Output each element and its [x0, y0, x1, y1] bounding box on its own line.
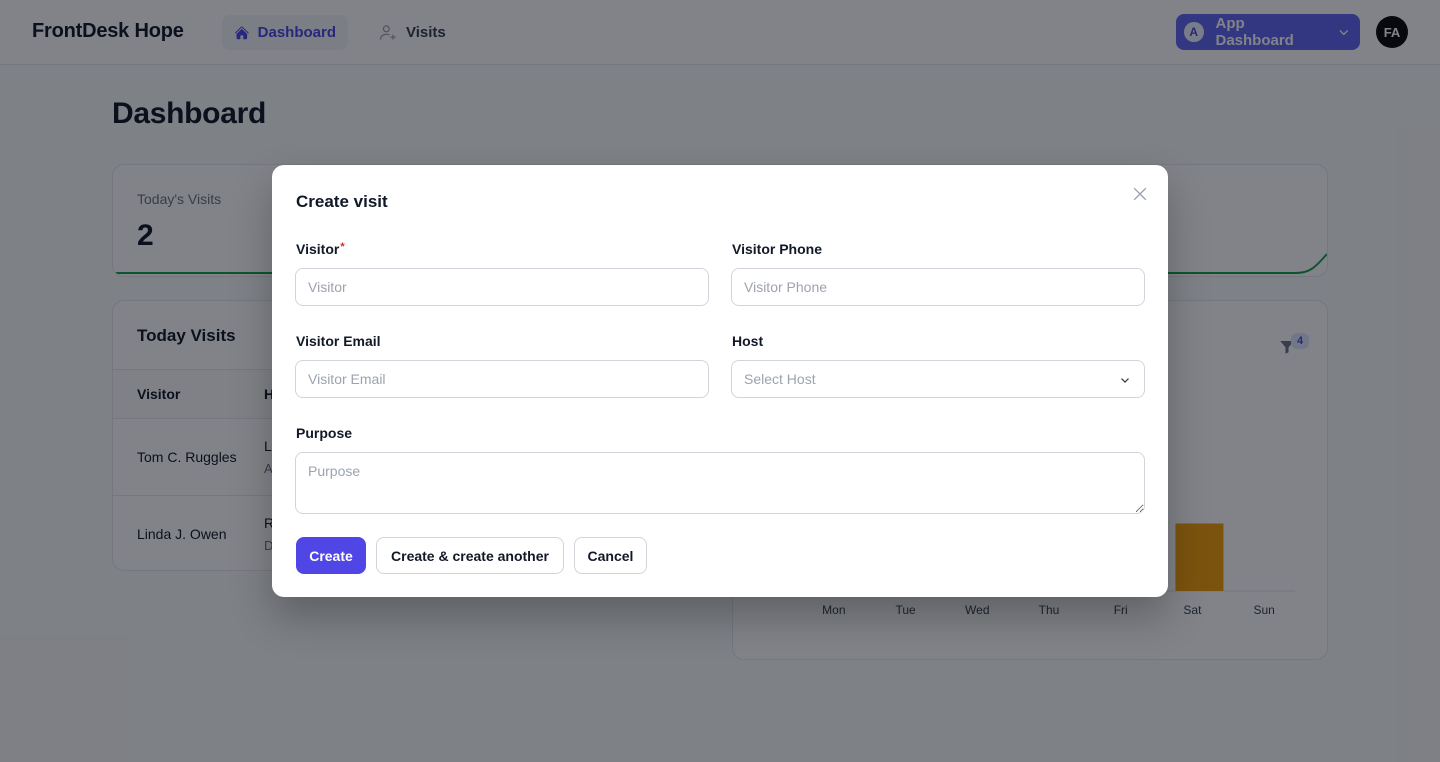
visitor-phone-label: Visitor Phone — [732, 241, 822, 257]
host-select[interactable]: Select Host — [731, 360, 1145, 398]
create-visit-modal: Create visit Visitor* Visitor Phone Visi… — [272, 165, 1168, 597]
purpose-label: Purpose — [296, 425, 353, 441]
purpose-textarea[interactable] — [295, 452, 1145, 514]
visitor-email-label: Visitor Email — [296, 333, 381, 349]
host-label: Host — [732, 333, 764, 349]
visitor-input[interactable] — [295, 268, 709, 306]
visitor-phone-input[interactable] — [731, 268, 1145, 306]
visitor-email-input[interactable] — [295, 360, 709, 398]
visitor-label-text: Visitor — [296, 241, 340, 257]
visitor-label: Visitor* — [296, 241, 345, 257]
cancel-button[interactable]: Cancel — [574, 537, 647, 574]
close-icon[interactable] — [1130, 184, 1150, 204]
chevron-down-icon — [1121, 378, 1129, 383]
create-another-button[interactable]: Create & create another — [376, 537, 564, 574]
required-asterisk: * — [340, 241, 345, 253]
create-button[interactable]: Create — [296, 537, 366, 574]
host-select-value: Select Host — [744, 371, 816, 387]
modal-title: Create visit — [296, 192, 388, 211]
